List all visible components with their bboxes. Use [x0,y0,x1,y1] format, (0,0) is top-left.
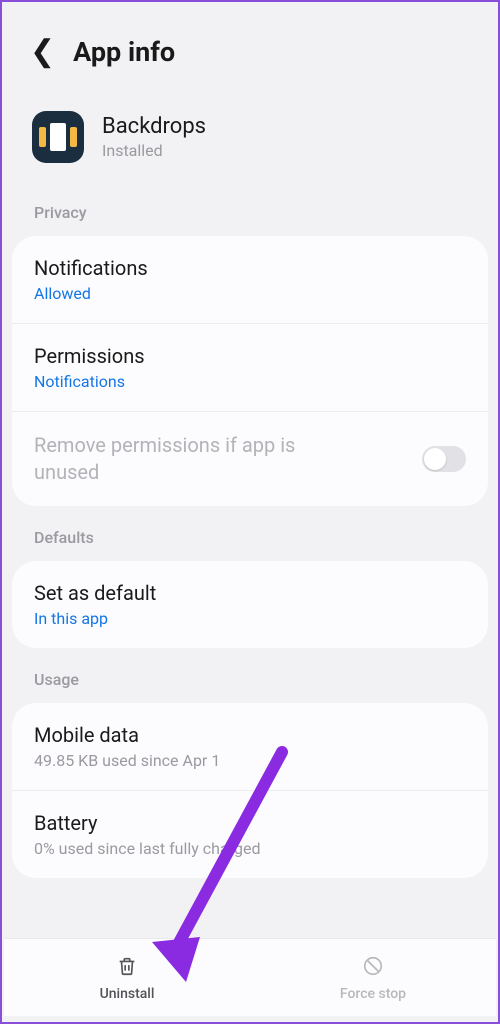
mobile-data-value: 49.85 KB used since Apr 1 [34,751,466,770]
notifications-title: Notifications [34,256,466,280]
force-stop-label: Force stop [340,986,406,1002]
mobile-data-title: Mobile data [34,723,466,747]
remove-permissions-toggle[interactable] [422,446,466,472]
permissions-title: Permissions [34,344,466,368]
mobile-data-row[interactable]: Mobile data 49.85 KB used since Apr 1 [12,703,488,790]
defaults-card: Set as default In this app [12,561,488,648]
uninstall-label: Uninstall [100,986,155,1002]
notifications-value: Allowed [34,284,466,303]
battery-value: 0% used since last fully charged [34,839,466,858]
back-icon[interactable]: ❮ [30,34,55,69]
app-header: Backdrops Installed [2,93,498,191]
app-status: Installed [102,141,206,160]
stop-icon [362,954,384,982]
usage-card: Mobile data 49.85 KB used since Apr 1 Ba… [12,703,488,878]
notifications-row[interactable]: Notifications Allowed [12,236,488,323]
privacy-card: Notifications Allowed Permissions Notifi… [12,236,488,506]
force-stop-button[interactable]: Force stop [250,939,496,1016]
remove-permissions-title: Remove permissions if app is unused [34,432,354,486]
uninstall-button[interactable]: Uninstall [4,939,250,1016]
set-default-title: Set as default [34,581,466,605]
battery-title: Battery [34,811,466,835]
bottom-action-bar: Uninstall Force stop [4,938,496,1016]
section-label-defaults: Defaults [2,516,498,561]
app-icon [32,111,84,163]
remove-permissions-row[interactable]: Remove permissions if app is unused [12,411,488,506]
section-label-usage: Usage [2,658,498,703]
app-name: Backdrops [102,114,206,139]
permissions-row[interactable]: Permissions Notifications [12,323,488,411]
trash-icon [116,954,138,982]
section-label-privacy: Privacy [2,191,498,236]
set-default-value: In this app [34,609,466,628]
set-default-row[interactable]: Set as default In this app [12,561,488,648]
battery-row[interactable]: Battery 0% used since last fully charged [12,790,488,878]
permissions-value: Notifications [34,372,466,391]
page-title: App info [73,36,175,68]
